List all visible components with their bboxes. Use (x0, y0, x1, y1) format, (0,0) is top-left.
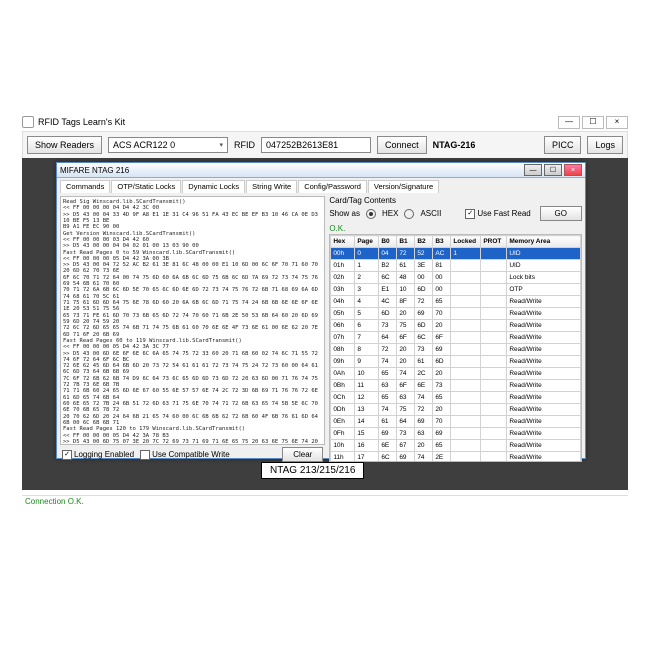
use-fast-read-checkbox[interactable]: ✓Use Fast Read (465, 209, 530, 219)
tag-type-label: NTAG-216 (433, 140, 476, 150)
tab-otp-static-locks[interactable]: OTP/Static Locks (111, 180, 181, 193)
log-output[interactable]: Read Sig Winscard.lib.SCardTransmit() <<… (60, 196, 325, 445)
show-as-label: Show as (329, 209, 360, 218)
table-row[interactable]: 08h872207369Read/Write (331, 344, 581, 356)
ok-label: O.K. (329, 224, 582, 233)
chevron-down-icon: ▾ (220, 141, 224, 149)
ntag-window: MIFARE NTAG 216 — ☐ × CommandsOTP/Static… (56, 162, 586, 459)
table-row[interactable]: 10h166E672065Read/Write (331, 440, 581, 452)
caption-plate: NTAG 213/215/216 (261, 462, 364, 479)
go-button[interactable]: GO (540, 206, 582, 221)
table-row[interactable]: 0Ch1265637465Read/Write (331, 392, 581, 404)
col-page[interactable]: Page (355, 236, 379, 248)
table-row[interactable]: 0Ah1065742C20Read/Write (331, 368, 581, 380)
inner-minimize-button[interactable]: — (524, 164, 542, 176)
inner-tab-row: CommandsOTP/Static LocksDynamic LocksStr… (57, 178, 585, 193)
close-button[interactable]: × (606, 116, 628, 129)
app-icon (22, 116, 34, 128)
maximize-button[interactable]: ☐ (582, 116, 604, 129)
col-b-[interactable]: B1 (397, 236, 415, 248)
picc-button[interactable]: PICC (544, 136, 582, 154)
table-row[interactable]: 02h26C480000Lock bits (331, 272, 581, 284)
col-b-[interactable]: B3 (433, 236, 451, 248)
col-prot[interactable]: PROT (481, 236, 507, 248)
tab-dynamic-locks[interactable]: Dynamic Locks (182, 180, 245, 193)
memory-grid[interactable]: HexPageB0B1B2B3LockedPROTMemory Area00h0… (329, 234, 582, 462)
window-controls: — ☐ × (558, 116, 628, 129)
reader-select-value: ACS ACR122 0 (113, 140, 175, 150)
inner-maximize-button[interactable]: ☐ (544, 164, 562, 176)
col-b-[interactable]: B0 (379, 236, 397, 248)
table-row[interactable]: 09h97420616DRead/Write (331, 356, 581, 368)
status-bar: Connection O.K. (22, 495, 628, 511)
hex-radio[interactable] (366, 209, 376, 219)
tab-version-signature[interactable]: Version/Signature (368, 180, 439, 193)
tab-string-write[interactable]: String Write (246, 180, 297, 193)
table-row[interactable]: 00h0047252AC1UID (331, 248, 581, 260)
table-row[interactable]: 0Bh11636F6E73Read/Write (331, 380, 581, 392)
mdi-area: MIFARE NTAG 216 — ☐ × CommandsOTP/Static… (22, 158, 628, 490)
table-row[interactable]: 05h56D206970Read/Write (331, 308, 581, 320)
logs-button[interactable]: Logs (587, 136, 623, 154)
col-hex[interactable]: Hex (331, 236, 355, 248)
tab-commands[interactable]: Commands (60, 180, 110, 193)
connect-button[interactable]: Connect (377, 136, 427, 154)
show-readers-button[interactable]: Show Readers (27, 136, 102, 154)
ntag-title-bar: MIFARE NTAG 216 — ☐ × (57, 163, 585, 178)
ntag-title: MIFARE NTAG 216 (60, 166, 129, 175)
minimize-button[interactable]: — (558, 116, 580, 129)
contents-title: Card/Tag Contents (329, 196, 582, 205)
table-row[interactable]: 04h44C8F7265Read/Write (331, 296, 581, 308)
table-row[interactable]: 0Dh1374757220Read/Write (331, 404, 581, 416)
col-locked[interactable]: Locked (451, 236, 481, 248)
table-row[interactable]: 06h673756D20Read/Write (331, 320, 581, 332)
ascii-radio[interactable] (404, 209, 414, 219)
app-title: RFID Tags Learn's Kit (38, 117, 125, 127)
tab-config-password[interactable]: Config/Password (298, 180, 367, 193)
col-b-[interactable]: B2 (415, 236, 433, 248)
main-title-bar: RFID Tags Learn's Kit — ☐ × (22, 115, 628, 129)
col-memory-area[interactable]: Memory Area (507, 236, 581, 248)
table-row[interactable]: 0Eh1461646970Read/Write (331, 416, 581, 428)
inner-close-button[interactable]: × (564, 164, 582, 176)
compatible-write-checkbox[interactable]: Use Compatible Write (140, 450, 230, 460)
table-row[interactable]: 01h1B2613E81UID (331, 260, 581, 272)
table-row[interactable]: 11h176C69742ERead/Write (331, 452, 581, 463)
table-row[interactable]: 07h7646F6C6FRead/Write (331, 332, 581, 344)
rfid-input[interactable]: 047252B2613E81 (261, 137, 371, 153)
rfid-label: RFID (234, 140, 255, 150)
table-row[interactable]: 03h3E1106D00OTP (331, 284, 581, 296)
logging-enabled-checkbox[interactable]: ✓Logging Enabled (62, 450, 134, 460)
clear-button[interactable]: Clear (282, 447, 323, 462)
table-row[interactable]: 0Fh1569736369Read/Write (331, 428, 581, 440)
main-toolbar: Show Readers ACS ACR122 0 ▾ RFID 047252B… (22, 131, 628, 159)
reader-select[interactable]: ACS ACR122 0 ▾ (108, 137, 228, 153)
